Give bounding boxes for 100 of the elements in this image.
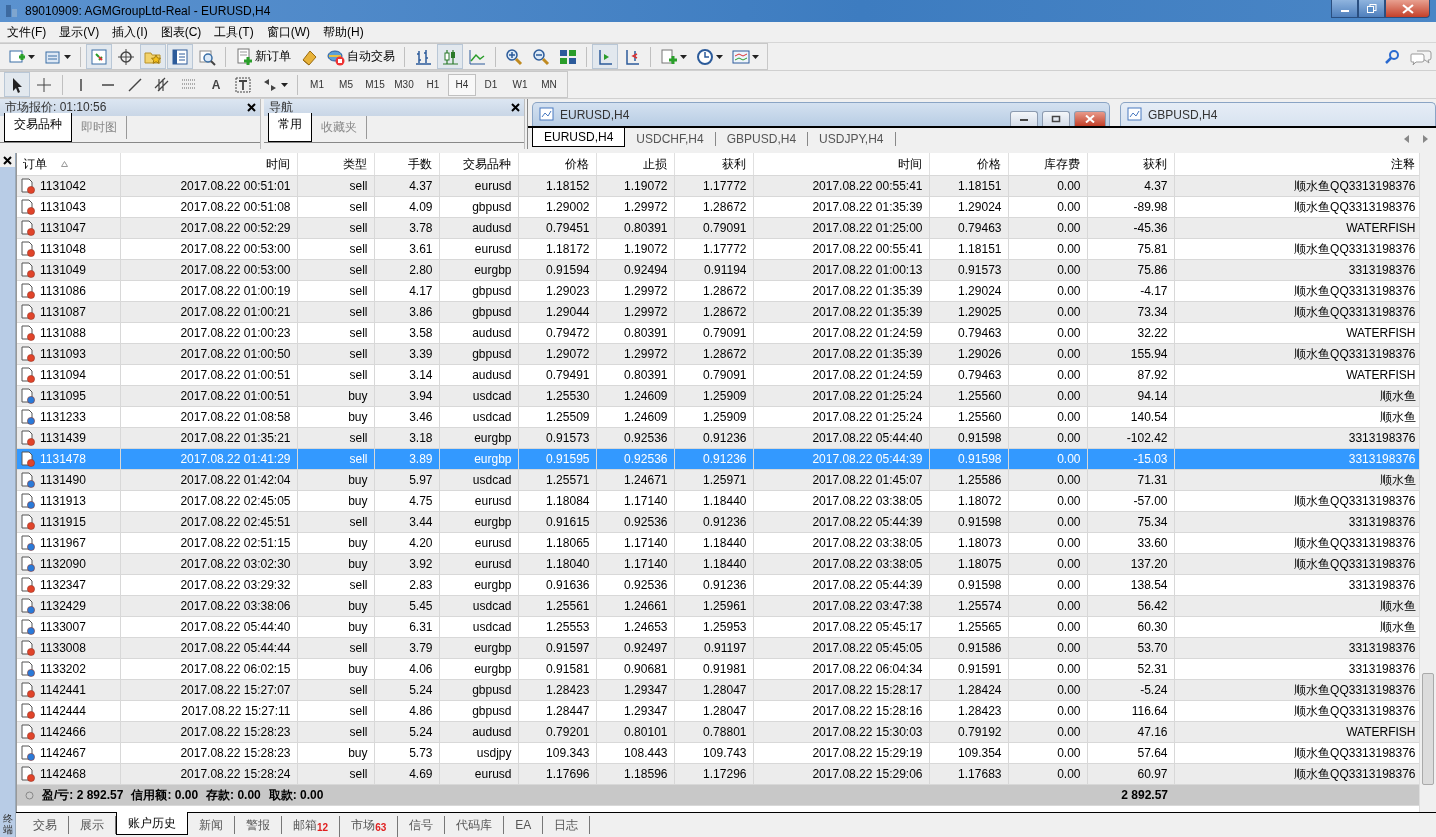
table-row[interactable]: 1142441 2017.08.22 15:27:07 sell 5.24 gbpusd 1.28423 1.29347 1.28047 2017.08.22 15:28:17 1.28424 0.00 -5.24 顺水鱼QQ3313198376 — [17, 679, 1422, 701]
close-icon[interactable] — [511, 103, 520, 112]
close-icon[interactable] — [3, 156, 12, 165]
menu-item[interactable]: 文件(F) — [2, 23, 55, 41]
table-row[interactable]: 1131967 2017.08.22 02:51:15 buy 4.20 eurusd 1.18065 1.17140 1.18440 2017.08.22 03:38:05 1.18073 0.00 33.60 顺水鱼QQ3313198376 — [17, 532, 1422, 554]
timeframe-button[interactable]: H4 — [448, 73, 476, 96]
chart-tab[interactable]: GBPUSD,H4 — [715, 131, 809, 146]
timeframe-button[interactable]: M15 — [361, 73, 389, 96]
zoom-in-icon[interactable] — [505, 47, 523, 66]
column-header[interactable]: 获利 — [1087, 153, 1174, 176]
caret-icon[interactable] — [28, 54, 35, 59]
terminal-tab[interactable]: 市场$_{63}$ — [340, 816, 399, 837]
chart-tab[interactable]: USDCHF,H4 — [625, 131, 716, 146]
table-row[interactable]: 1133008 2017.08.22 05:44:44 sell 3.79 eurgbp 0.91597 0.92497 0.91197 2017.08.22 05:45:05 0.91586 0.00 53.70 3313198376 — [17, 637, 1422, 659]
caret-icon[interactable] — [64, 54, 71, 59]
channel-icon[interactable] — [153, 75, 171, 94]
table-row[interactable]: 1131087 2017.08.22 01:00:21 sell 3.86 gbpusd 1.29044 1.29972 1.28672 2017.08.22 01:35:39 1.29025 0.00 73.34 顺水鱼QQ3313198376 — [17, 301, 1422, 323]
table-row[interactable]: 1131049 2017.08.22 00:53:00 sell 2.80 eurgbp 0.91594 0.92494 0.91194 2017.08.22 01:00:13 0.91573 0.00 75.86 3313198376 — [17, 259, 1422, 281]
panel-tab[interactable]: 交易品种 — [4, 113, 72, 142]
menu-item[interactable]: 窗口(W) — [261, 23, 318, 41]
line-chart-icon[interactable] — [468, 47, 486, 66]
data-window-icon[interactable] — [171, 47, 189, 66]
table-row[interactable]: 1131086 2017.08.22 01:00:19 sell 4.17 gbpusd 1.29023 1.29972 1.28672 2017.08.22 01:35:39 1.29024 0.00 -4.17 顺水鱼QQ3313198376 — [17, 280, 1422, 302]
terminal-tab[interactable]: 新闻 — [188, 816, 235, 834]
auto-scroll-icon[interactable] — [623, 47, 641, 66]
terminal-tab[interactable]: 信号 — [398, 816, 446, 834]
scroll-right-icon[interactable] — [1422, 134, 1428, 143]
terminal-tab[interactable]: 日志 — [543, 816, 591, 834]
table-row[interactable]: 1132090 2017.08.22 03:02:30 buy 3.92 eurusd 1.18040 1.17140 1.18440 2017.08.22 03:38:05 1.18075 0.00 137.20 顺水鱼QQ3313198376 — [17, 553, 1422, 575]
table-row[interactable]: 1142444 2017.08.22 15:27:11 sell 4.86 gbpusd 1.28447 1.29347 1.28047 2017.08.22 15:28:16 1.28423 0.00 116.64 顺水鱼QQ3313198376 — [17, 700, 1422, 722]
table-row[interactable]: 1133007 2017.08.22 05:44:40 buy 6.31 usdcad 1.25553 1.24653 1.25953 2017.08.22 05:45:17 1.25565 0.00 60.30 顺水鱼 — [17, 616, 1422, 638]
table-row[interactable]: 1131043 2017.08.22 00:51:08 sell 4.09 gbpusd 1.29002 1.29972 1.28672 2017.08.22 01:35:39 1.29024 0.00 -89.98 顺水鱼QQ3313198376 — [17, 196, 1422, 218]
clock-icon[interactable] — [696, 47, 714, 66]
table-row[interactable]: 1131915 2017.08.22 02:45:51 sell 3.44 eurgbp 0.91615 0.92536 0.91236 2017.08.22 05:44:39 0.91598 0.00 75.34 3313198376 — [17, 511, 1422, 533]
maximize-button[interactable] — [1042, 111, 1070, 126]
terminal-tab[interactable]: EA — [504, 816, 544, 834]
table-row[interactable]: 1131490 2017.08.22 01:42:04 buy 5.97 usdcad 1.25571 1.24671 1.25971 2017.08.22 01:45:07 1.25586 0.00 71.31 顺水鱼 — [17, 469, 1422, 491]
panel-tab[interactable]: 常用 — [268, 113, 312, 142]
minimize-button[interactable] — [1010, 111, 1038, 126]
chart-window-titlebar[interactable]: EURUSD,H4 — [532, 102, 1110, 126]
caret-icon[interactable] — [281, 82, 288, 87]
bar-chart-icon[interactable] — [414, 47, 432, 66]
scrollbar[interactable] — [1419, 153, 1436, 812]
table-row[interactable]: 1131088 2017.08.22 01:00:23 sell 3.58 audusd 0.79472 0.80391 0.79091 2017.08.22 01:24:59 0.79463 0.00 32.22 WATERFISH — [17, 322, 1422, 344]
column-header[interactable]: 交易品种 — [439, 153, 518, 176]
menu-item[interactable]: 插入(I) — [107, 23, 156, 41]
column-header[interactable]: 时间 — [120, 153, 297, 176]
close-icon[interactable] — [247, 103, 256, 112]
tester-icon[interactable] — [198, 47, 216, 66]
close-button[interactable] — [1074, 111, 1106, 126]
table-row[interactable]: 1131439 2017.08.22 01:35:21 sell 3.18 eurgbp 0.91573 0.92536 0.91236 2017.08.22 05:44:40 0.91598 0.00 -102.42 3313198376 — [17, 427, 1422, 449]
column-header[interactable]: 注释 — [1174, 153, 1422, 176]
minimize-button[interactable] — [1331, 0, 1358, 18]
text-tool[interactable]: A — [203, 72, 229, 97]
column-header[interactable]: 类型 — [297, 153, 374, 176]
restore-button[interactable] — [1358, 0, 1385, 18]
table-row[interactable]: 1131093 2017.08.22 01:00:50 sell 3.39 gbpusd 1.29072 1.29972 1.28672 2017.08.22 01:35:39 1.29026 0.00 155.94 顺水鱼QQ3313198376 — [17, 343, 1422, 365]
terminal-tab[interactable]: 交易 — [22, 816, 69, 834]
table-row[interactable]: 1131095 2017.08.22 01:00:51 buy 3.94 usdcad 1.25530 1.24609 1.25909 2017.08.22 01:25:24 1.25560 0.00 94.14 顺水鱼 — [17, 385, 1422, 407]
column-header[interactable]: 手数 — [374, 153, 439, 176]
text-label-icon[interactable] — [234, 75, 252, 94]
table-row[interactable]: 1142466 2017.08.22 15:28:23 sell 5.24 audusd 0.79201 0.80101 0.78801 2017.08.22 15:30:03 0.79192 0.00 47.16 WATERFISH — [17, 721, 1422, 743]
column-header[interactable]: 库存费 — [1008, 153, 1087, 176]
timeframe-button[interactable]: M5 — [332, 73, 360, 96]
caret-icon[interactable] — [680, 54, 687, 59]
terminal-tab[interactable]: 邮箱$_{12}$ — [282, 816, 341, 837]
column-header[interactable]: 获利 — [674, 153, 753, 176]
menu-item[interactable]: 工具(T) — [209, 23, 262, 41]
table-row[interactable]: 1131047 2017.08.22 00:52:29 sell 3.78 audusd 0.79451 0.80391 0.79091 2017.08.22 01:25:00 0.79463 0.00 -45.36 WATERFISH — [17, 217, 1422, 239]
chart-tab[interactable]: EURUSD,H4 — [532, 128, 626, 147]
column-header[interactable]: 订单 — [17, 153, 120, 176]
terminal-tab[interactable]: 代码库 — [445, 816, 505, 834]
scroll-left-icon[interactable] — [1404, 134, 1410, 143]
table-row[interactable]: 1133202 2017.08.22 06:02:15 buy 4.06 eurgbp 0.91581 0.90681 0.91981 2017.08.22 06:04:34 0.91591 0.00 52.31 3313198376 — [17, 658, 1422, 680]
auto-trading-icon[interactable] — [327, 47, 345, 66]
zoom-out-icon[interactable] — [532, 47, 550, 66]
new-order-button[interactable]: 新订单 — [231, 45, 295, 68]
table-row[interactable]: 1131042 2017.08.22 00:51:01 sell 4.37 eurusd 1.18152 1.19072 1.17772 2017.08.22 00:55:41 1.18151 0.00 4.37 顺水鱼QQ3313198376 — [17, 175, 1422, 197]
search-icon[interactable] — [1384, 48, 1400, 65]
table-row[interactable]: 1131094 2017.08.22 01:00:51 sell 3.14 audusd 0.79491 0.80391 0.79091 2017.08.22 01:24:59 0.79463 0.00 87.92 WATERFISH — [17, 364, 1422, 386]
timeframe-button[interactable]: M30 — [390, 73, 418, 96]
new-order-icon[interactable] — [235, 47, 253, 66]
trendline-icon[interactable] — [126, 75, 144, 94]
table-row[interactable]: 1132347 2017.08.22 03:29:32 sell 2.83 eurgbp 0.91636 0.92536 0.91236 2017.08.22 05:44:39 0.91598 0.00 138.54 3313198376 — [17, 574, 1422, 596]
menu-item[interactable]: 显示(V) — [54, 23, 108, 41]
timeframe-button[interactable]: H1 — [419, 73, 447, 96]
candlestick-icon[interactable] — [441, 47, 459, 66]
table-row[interactable]: 1131048 2017.08.22 00:53:00 sell 3.61 eurusd 1.18172 1.19072 1.17772 2017.08.22 00:55:41 1.18151 0.00 75.81 顺水鱼QQ3313198376 — [17, 238, 1422, 260]
column-header[interactable]: 止损 — [596, 153, 674, 176]
market-watch-icon[interactable] — [90, 47, 108, 66]
close-button[interactable] — [1385, 0, 1430, 18]
column-header[interactable]: 价格 — [929, 153, 1008, 176]
menu-item[interactable]: 帮助(H) — [318, 23, 372, 41]
timeframe-button[interactable]: W1 — [506, 73, 534, 96]
terminal-tab[interactable]: 账户历史 — [116, 812, 188, 835]
timeframe-button[interactable]: M1 — [303, 73, 331, 96]
timeframe-button[interactable]: D1 — [477, 73, 505, 96]
column-header[interactable]: 价格 — [518, 153, 596, 176]
chart-tab[interactable]: USDJPY,H4 — [808, 131, 896, 146]
timeframe-button[interactable]: MN — [535, 73, 563, 96]
